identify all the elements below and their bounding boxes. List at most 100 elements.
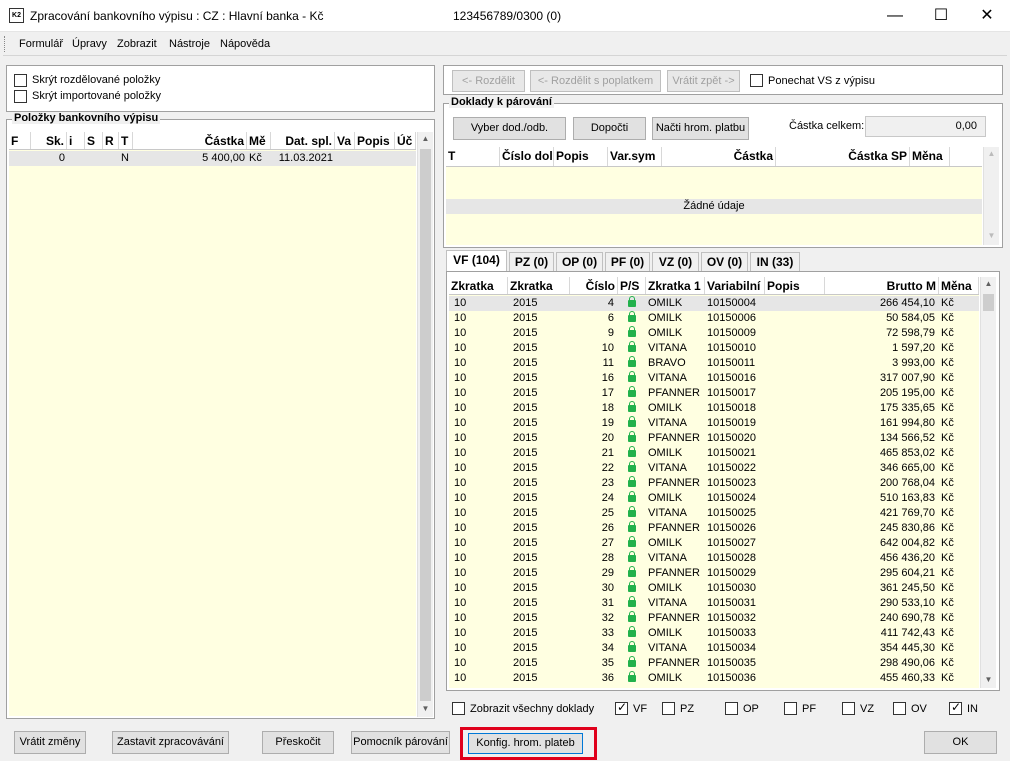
col-varsym[interactable]: Var.sym — [608, 147, 662, 166]
col-castka[interactable]: Částka — [133, 132, 247, 149]
table-row[interactable]: 10 2015 16 VITANA 10150016 317 007,90 Kč — [449, 371, 979, 386]
menu-nastroje[interactable]: Nástroje — [169, 38, 210, 50]
table-row[interactable]: 10 2015 22 VITANA 10150022 346 665,00 Kč — [449, 461, 979, 476]
table-row[interactable]: 10 2015 28 VITANA 10150028 456 436,20 Kč — [449, 551, 979, 566]
col-s[interactable]: S — [85, 132, 103, 149]
col-i[interactable]: i — [67, 132, 85, 149]
table-row[interactable]: 10 2015 17 PFANNER 10150017 205 195,00 Kč — [449, 386, 979, 401]
col-t[interactable]: T — [446, 147, 500, 166]
col-cislo[interactable]: Číslo dol — [500, 147, 554, 166]
table-row[interactable]: 0 N 5 400,00 Kč 11.03.2021 — [9, 151, 416, 166]
table-row[interactable]: 10 2015 36 OMILK 10150036 455 460,33 Kč — [449, 671, 979, 686]
col-variabilni[interactable]: Variabilní — [705, 277, 765, 294]
tab-pf[interactable]: PF (0) — [605, 252, 650, 271]
menu-napoveda[interactable]: Nápověda — [220, 38, 270, 50]
col-zkratka-1[interactable]: Zkratka 1 — [646, 277, 705, 294]
ok-button[interactable]: OK — [924, 731, 997, 754]
rozdelit-button[interactable]: <- Rozdělit — [452, 70, 525, 92]
tab-in[interactable]: IN (33) — [750, 252, 800, 271]
col-datum[interactable]: Dat. spl. — [271, 132, 335, 149]
scroll-up-icon[interactable]: ▲ — [418, 134, 433, 143]
tab-ov[interactable]: OV (0) — [701, 252, 748, 271]
table-row[interactable]: 10 2015 23 PFANNER 10150023 200 768,04 Kč — [449, 476, 979, 491]
scroll-thumb[interactable] — [983, 294, 994, 311]
tab-vf[interactable]: VF (104) — [446, 250, 507, 271]
scroll-up-icon[interactable]: ▲ — [984, 149, 999, 158]
filter-vf-checkbox[interactable] — [615, 700, 628, 715]
col-zkratka[interactable]: Zkratka — [449, 277, 508, 294]
preskocit-button[interactable]: Přeskočit — [262, 731, 334, 754]
table-row[interactable]: 10 2015 34 VITANA 10150034 354 445,30 Kč — [449, 641, 979, 656]
col-popis[interactable]: Popis — [554, 147, 608, 166]
col-mena[interactable]: Měna — [939, 277, 979, 294]
menu-zobrazit[interactable]: Zobrazit — [117, 38, 157, 50]
tab-op[interactable]: OP (0) — [556, 252, 603, 271]
hide-imported-checkbox[interactable] — [14, 90, 27, 103]
table-row[interactable]: 10 2015 20 PFANNER 10150020 134 566,52 Kč — [449, 431, 979, 446]
pomocnik-button[interactable]: Pomocník párování — [351, 731, 450, 754]
col-popis[interactable]: Popis — [355, 132, 395, 149]
tab-vz[interactable]: VZ (0) — [652, 252, 699, 271]
col-castka[interactable]: Částka — [662, 147, 776, 166]
scroll-thumb[interactable] — [420, 149, 431, 701]
vratit-zmeny-button[interactable]: Vrátit změny — [14, 731, 86, 754]
table-row[interactable]: 10 2015 29 PFANNER 10150029 295 604,21 Kč — [449, 566, 979, 581]
bank-items-scrollbar[interactable]: ▲ ▼ — [417, 132, 433, 717]
filter-pz-checkbox[interactable] — [662, 702, 675, 715]
filter-in-checkbox[interactable] — [949, 700, 962, 715]
filter-vz-checkbox[interactable] — [842, 702, 855, 715]
scroll-down-icon[interactable]: ▼ — [984, 231, 999, 240]
col-sk[interactable]: Sk. — [31, 132, 67, 149]
col-zkratka-2[interactable]: Zkratka — [508, 277, 570, 294]
filter-pf-checkbox[interactable] — [784, 702, 797, 715]
col-popis[interactable]: Popis — [765, 277, 825, 294]
table-row[interactable]: 10 2015 6 OMILK 10150006 50 584,05 Kč — [449, 311, 979, 326]
zastavit-button[interactable]: Zastavit zpracovávání — [112, 731, 229, 754]
show-all-checkbox[interactable] — [452, 702, 465, 715]
col-mena[interactable]: Mě — [247, 132, 271, 149]
table-row[interactable]: 10 2015 11 BRAVO 10150011 3 993,00 Kč — [449, 356, 979, 371]
col-uc[interactable]: Úč — [395, 132, 416, 149]
documents-scrollbar[interactable]: ▲ ▼ — [980, 277, 996, 688]
rozdelit-poplatek-button[interactable]: <- Rozdělit s poplatkem — [530, 70, 661, 92]
col-mena[interactable]: Měna — [910, 147, 950, 166]
minimize-button[interactable]: — — [872, 0, 918, 32]
menu-formular[interactable]: Formulář — [19, 38, 63, 50]
filter-op-checkbox[interactable] — [725, 702, 738, 715]
hide-split-checkbox[interactable] — [14, 74, 27, 87]
scroll-down-icon[interactable]: ▼ — [418, 704, 433, 713]
col-castka-sp[interactable]: Částka SP — [796, 147, 910, 166]
filter-ov-checkbox[interactable] — [893, 702, 906, 715]
tab-pz[interactable]: PZ (0) — [509, 252, 554, 271]
close-button[interactable]: ✕ — [964, 0, 1010, 32]
table-row[interactable]: 10 2015 32 PFANNER 10150032 240 690,78 Kč — [449, 611, 979, 626]
table-row[interactable]: 10 2015 30 OMILK 10150030 361 245,50 Kč — [449, 581, 979, 596]
table-row[interactable]: 10 2015 24 OMILK 10150024 510 163,83 Kč — [449, 491, 979, 506]
pairing-scrollbar[interactable]: ▲ ▼ — [983, 147, 999, 245]
table-row[interactable]: 10 2015 25 VITANA 10150025 421 769,70 Kč — [449, 506, 979, 521]
table-row[interactable]: 10 2015 19 VITANA 10150019 161 994,80 Kč — [449, 416, 979, 431]
col-r[interactable]: R — [103, 132, 119, 149]
table-row[interactable]: 10 2015 27 OMILK 10150027 642 004,82 Kč — [449, 536, 979, 551]
col-va[interactable]: Va — [335, 132, 355, 149]
col-f[interactable]: F — [9, 132, 31, 149]
col-ps[interactable]: P/S — [618, 277, 646, 294]
table-row[interactable]: 10 2015 4 OMILK 10150004 266 454,10 Kč — [449, 296, 979, 311]
table-row[interactable]: 10 2015 9 OMILK 10150009 72 598,79 Kč — [449, 326, 979, 341]
vyber-button[interactable]: Vyber dod./odb. — [453, 117, 566, 140]
dopocti-button[interactable]: Dopočti — [573, 117, 646, 140]
table-row[interactable]: 10 2015 35 PFANNER 10150035 298 490,06 Kč — [449, 656, 979, 671]
table-row[interactable]: 10 2015 26 PFANNER 10150026 245 830,86 Kč — [449, 521, 979, 536]
table-row[interactable]: 10 2015 21 OMILK 10150021 465 853,02 Kč — [449, 446, 979, 461]
scroll-up-icon[interactable]: ▲ — [981, 279, 996, 288]
col-brutto[interactable]: Brutto M — [825, 277, 939, 294]
nacti-button[interactable]: Načti hrom. platbu — [652, 117, 749, 140]
col-cislo[interactable]: Číslo — [570, 277, 618, 294]
menu-upravy[interactable]: Úpravy — [72, 38, 107, 50]
table-row[interactable]: 10 2015 18 OMILK 10150018 175 335,65 Kč — [449, 401, 979, 416]
scroll-down-icon[interactable]: ▼ — [981, 675, 996, 684]
vratit-zpet-button[interactable]: Vrátit zpět -> — [667, 70, 740, 92]
table-row[interactable]: 10 2015 33 OMILK 10150033 411 742,43 Kč — [449, 626, 979, 641]
col-t[interactable]: T — [119, 132, 133, 149]
maximize-button[interactable]: ☐ — [918, 0, 964, 32]
